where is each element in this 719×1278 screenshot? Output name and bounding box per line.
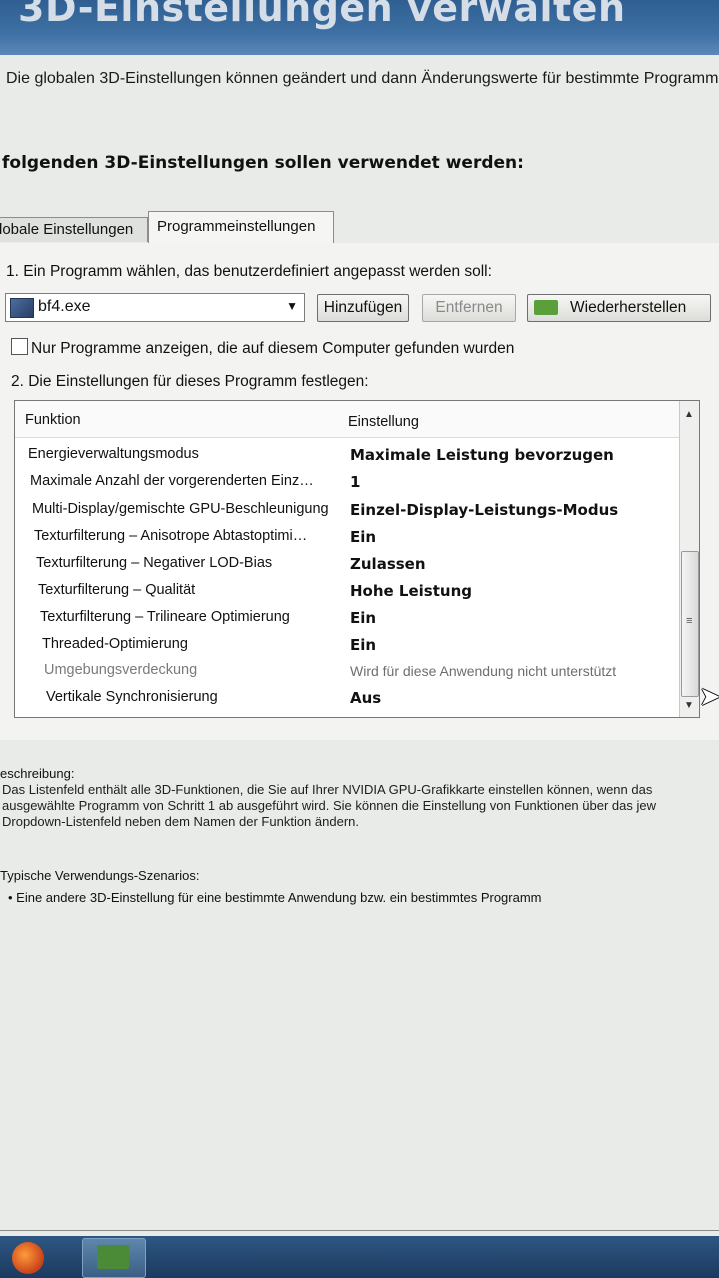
- tab-program-settings[interactable]: Programmeinstellungen: [148, 211, 334, 243]
- nvidia-control-panel-icon: [97, 1245, 129, 1269]
- scenarios-title: Typische Verwendungs-Szenarios:: [0, 868, 200, 883]
- restore-button[interactable]: Wiederherstellen: [527, 294, 711, 322]
- scrollbar-thumb[interactable]: ≡: [681, 551, 699, 697]
- nvidia-logo-icon: [534, 300, 558, 315]
- scroll-up-icon[interactable]: ▲: [684, 409, 694, 420]
- restore-button-label: Wiederherstellen: [570, 299, 687, 316]
- scenario-text: Eine andere 3D-Einstellung für eine best…: [16, 890, 542, 905]
- description-line: ausgewählte Programm von Schritt 1 ab au…: [2, 798, 656, 813]
- description-line: Dropdown-Listenfeld neben dem Namen der …: [2, 814, 359, 829]
- show-found-programs-label[interactable]: Nur Programme anzeigen, die auf diesem C…: [31, 340, 514, 358]
- settings-list-header: Funktion Einstellung: [15, 401, 679, 438]
- setting-value[interactable]: Ein: [350, 609, 376, 627]
- taskbar: [0, 1236, 719, 1278]
- setting-row[interactable]: Texturfilterung – Trilineare Optimierung…: [15, 606, 679, 632]
- setting-value: Wird für diese Anwendung nicht unterstüt…: [350, 663, 617, 679]
- settings-list[interactable]: Funktion Einstellung Energieverwaltungsm…: [14, 400, 700, 718]
- setting-row[interactable]: Vertikale Synchronisierung Aus: [15, 686, 679, 712]
- mouse-pointer-icon: ➤: [699, 681, 719, 711]
- add-program-button[interactable]: Hinzufügen: [317, 294, 409, 322]
- show-found-programs-checkbox[interactable]: [11, 338, 28, 355]
- setting-row[interactable]: Maximale Anzahl der vorgerenderten Einz……: [15, 470, 679, 496]
- setting-value[interactable]: Ein: [350, 636, 376, 654]
- title-bar: 3D-Einstellungen verwalten: [0, 0, 719, 55]
- remove-program-button[interactable]: Entfernen: [422, 294, 516, 322]
- setting-value[interactable]: Hohe Leistung: [350, 582, 472, 600]
- program-select[interactable]: bf4.exe ▼: [5, 293, 305, 322]
- setting-function: Texturfilterung – Negativer LOD-Bias: [36, 555, 273, 571]
- setting-value[interactable]: Einzel-Display-Leistungs-Modus: [350, 501, 618, 519]
- settings-list-scrollbar[interactable]: ▲ ≡ ▼: [679, 401, 699, 717]
- setting-function: Texturfilterung – Anisotrope Abtastoptim…: [34, 528, 308, 544]
- setting-function: Texturfilterung – Qualität: [38, 582, 196, 598]
- setting-row[interactable]: Multi-Display/gemischte GPU-Beschleunigu…: [15, 498, 679, 524]
- start-button[interactable]: [12, 1242, 44, 1274]
- setting-row[interactable]: Texturfilterung – Qualität Hohe Leistung: [15, 579, 679, 605]
- scenario-item: • Eine andere 3D-Einstellung für eine be…: [8, 890, 542, 905]
- step1-label: 1. Ein Programm wählen, das benutzerdefi…: [6, 263, 492, 280]
- setting-row-disabled: Umgebungsverdeckung Wird für diese Anwen…: [15, 659, 679, 685]
- tab-global-settings[interactable]: lobale Einstellungen: [0, 217, 148, 242]
- setting-row[interactable]: Texturfilterung – Anisotrope Abtastoptim…: [15, 525, 679, 551]
- scroll-down-icon[interactable]: ▼: [684, 700, 694, 711]
- setting-value[interactable]: Maximale Leistung bevorzugen: [350, 446, 614, 464]
- column-header-setting[interactable]: Einstellung: [348, 414, 419, 430]
- setting-row[interactable]: Energieverwaltungsmodus Maximale Leistun…: [15, 443, 679, 469]
- setting-function: Threaded-Optimierung: [42, 636, 188, 652]
- step2-label: 2. Die Einstellungen für dieses Programm…: [11, 373, 369, 390]
- setting-value[interactable]: Ein: [350, 528, 376, 546]
- setting-value[interactable]: Aus: [350, 689, 381, 707]
- setting-value[interactable]: 1: [350, 473, 360, 491]
- setting-function: Umgebungsverdeckung: [44, 662, 198, 678]
- setting-function: Vertikale Synchronisierung: [46, 689, 218, 705]
- application-icon: [10, 298, 34, 318]
- description-line: Das Listenfeld enthält alle 3D-Funktione…: [2, 782, 653, 797]
- setting-function: Maximale Anzahl der vorgerenderten Einz…: [30, 473, 314, 489]
- taskbar-nvidia-button[interactable]: [82, 1238, 146, 1278]
- page-title: 3D-Einstellungen verwalten: [18, 0, 626, 30]
- intro-text: Die globalen 3D-Einstellungen können geä…: [6, 70, 719, 87]
- setting-function: Texturfilterung – Trilineare Optimierung: [40, 609, 290, 625]
- setting-row[interactable]: Texturfilterung – Negativer LOD-Bias Zul…: [15, 552, 679, 578]
- window-bottom-border: [0, 1230, 719, 1231]
- bullet-icon: •: [8, 890, 17, 905]
- column-header-function[interactable]: Funktion: [25, 412, 81, 428]
- section-heading: folgenden 3D-Einstellungen sollen verwen…: [2, 153, 524, 173]
- description-title: eschreibung:: [0, 766, 75, 781]
- chevron-down-icon[interactable]: ▼: [286, 299, 298, 313]
- setting-row[interactable]: Threaded-Optimierung Ein: [15, 633, 679, 659]
- grip-icon: ≡: [686, 615, 693, 627]
- setting-function: Energieverwaltungsmodus: [28, 446, 199, 462]
- setting-value[interactable]: Zulassen: [350, 555, 426, 573]
- program-select-value: bf4.exe: [38, 298, 91, 315]
- setting-function: Multi-Display/gemischte GPU-Beschleunigu…: [32, 501, 329, 517]
